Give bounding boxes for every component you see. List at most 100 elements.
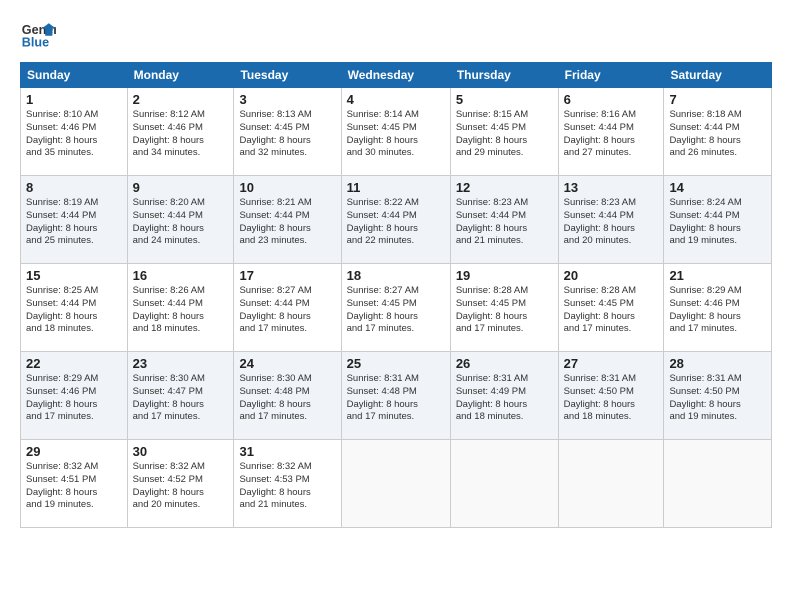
calendar-week-row: 1 Sunrise: 8:10 AM Sunset: 4:46 PM Daylig…	[21, 88, 772, 176]
day-info: Sunrise: 8:30 AM Sunset: 4:48 PM Dayligh…	[239, 373, 335, 424]
day-number: 18	[347, 268, 445, 283]
day-info: Sunrise: 8:27 AM Sunset: 4:44 PM Dayligh…	[239, 285, 335, 336]
day-number: 25	[347, 356, 445, 371]
page: General Blue SundayMondayTuesdayWednesda…	[0, 0, 792, 538]
calendar-cell: 19 Sunrise: 8:28 AM Sunset: 4:45 PM Dayli…	[450, 264, 558, 352]
day-number: 28	[669, 356, 766, 371]
day-info: Sunrise: 8:10 AM Sunset: 4:46 PM Dayligh…	[26, 109, 122, 160]
day-info: Sunrise: 8:23 AM Sunset: 4:44 PM Dayligh…	[456, 197, 553, 248]
calendar-cell: 27 Sunrise: 8:31 AM Sunset: 4:50 PM Dayli…	[558, 352, 664, 440]
day-header-sunday: Sunday	[21, 63, 128, 88]
day-info: Sunrise: 8:27 AM Sunset: 4:45 PM Dayligh…	[347, 285, 445, 336]
header: General Blue	[20, 16, 772, 52]
day-info: Sunrise: 8:23 AM Sunset: 4:44 PM Dayligh…	[564, 197, 659, 248]
calendar-cell: 13 Sunrise: 8:23 AM Sunset: 4:44 PM Dayli…	[558, 176, 664, 264]
day-number: 4	[347, 92, 445, 107]
day-number: 29	[26, 444, 122, 459]
day-info: Sunrise: 8:31 AM Sunset: 4:48 PM Dayligh…	[347, 373, 445, 424]
calendar-cell: 4 Sunrise: 8:14 AM Sunset: 4:45 PM Daylig…	[341, 88, 450, 176]
calendar-cell: 31 Sunrise: 8:32 AM Sunset: 4:53 PM Dayli…	[234, 440, 341, 528]
day-number: 13	[564, 180, 659, 195]
day-info: Sunrise: 8:19 AM Sunset: 4:44 PM Dayligh…	[26, 197, 122, 248]
calendar-cell: 30 Sunrise: 8:32 AM Sunset: 4:52 PM Dayli…	[127, 440, 234, 528]
day-info: Sunrise: 8:24 AM Sunset: 4:44 PM Dayligh…	[669, 197, 766, 248]
day-number: 30	[133, 444, 229, 459]
calendar-cell: 15 Sunrise: 8:25 AM Sunset: 4:44 PM Dayli…	[21, 264, 128, 352]
day-header-tuesday: Tuesday	[234, 63, 341, 88]
day-number: 8	[26, 180, 122, 195]
calendar-cell	[664, 440, 772, 528]
calendar-cell: 26 Sunrise: 8:31 AM Sunset: 4:49 PM Dayli…	[450, 352, 558, 440]
calendar-cell: 16Sunrise: 8:26 AM Sunset: 4:44 PM Dayli…	[127, 264, 234, 352]
calendar-cell: 14 Sunrise: 8:24 AM Sunset: 4:44 PM Dayli…	[664, 176, 772, 264]
day-info: Sunrise: 8:30 AM Sunset: 4:47 PM Dayligh…	[133, 373, 229, 424]
calendar-cell: 7Sunrise: 8:18 AM Sunset: 4:44 PM Daylig…	[664, 88, 772, 176]
calendar-cell: 21Sunrise: 8:29 AM Sunset: 4:46 PM Dayli…	[664, 264, 772, 352]
day-number: 24	[239, 356, 335, 371]
day-header-monday: Monday	[127, 63, 234, 88]
day-info: Sunrise: 8:15 AM Sunset: 4:45 PM Dayligh…	[456, 109, 553, 160]
logo: General Blue	[20, 16, 56, 52]
day-header-wednesday: Wednesday	[341, 63, 450, 88]
day-info: Sunrise: 8:32 AM Sunset: 4:51 PM Dayligh…	[26, 461, 122, 512]
calendar-cell: 11Sunrise: 8:22 AM Sunset: 4:44 PM Dayli…	[341, 176, 450, 264]
calendar-cell: 17Sunrise: 8:27 AM Sunset: 4:44 PM Dayli…	[234, 264, 341, 352]
day-number: 11	[347, 180, 445, 195]
day-header-friday: Friday	[558, 63, 664, 88]
calendar-cell: 18 Sunrise: 8:27 AM Sunset: 4:45 PM Dayli…	[341, 264, 450, 352]
calendar-week-row: 15 Sunrise: 8:25 AM Sunset: 4:44 PM Dayli…	[21, 264, 772, 352]
day-info: Sunrise: 8:31 AM Sunset: 4:49 PM Dayligh…	[456, 373, 553, 424]
day-number: 20	[564, 268, 659, 283]
calendar-cell: 1 Sunrise: 8:10 AM Sunset: 4:46 PM Daylig…	[21, 88, 128, 176]
day-header-saturday: Saturday	[664, 63, 772, 88]
day-info: Sunrise: 8:31 AM Sunset: 4:50 PM Dayligh…	[564, 373, 659, 424]
calendar-cell: 29 Sunrise: 8:32 AM Sunset: 4:51 PM Dayli…	[21, 440, 128, 528]
day-number: 23	[133, 356, 229, 371]
day-info: Sunrise: 8:16 AM Sunset: 4:44 PM Dayligh…	[564, 109, 659, 160]
day-info: Sunrise: 8:12 AM Sunset: 4:46 PM Dayligh…	[133, 109, 229, 160]
day-info: Sunrise: 8:28 AM Sunset: 4:45 PM Dayligh…	[456, 285, 553, 336]
day-info: Sunrise: 8:14 AM Sunset: 4:45 PM Dayligh…	[347, 109, 445, 160]
calendar-cell: 20 Sunrise: 8:28 AM Sunset: 4:45 PM Dayli…	[558, 264, 664, 352]
day-number: 6	[564, 92, 659, 107]
day-info: Sunrise: 8:25 AM Sunset: 4:44 PM Dayligh…	[26, 285, 122, 336]
day-info: Sunrise: 8:13 AM Sunset: 4:45 PM Dayligh…	[239, 109, 335, 160]
calendar-cell: 8 Sunrise: 8:19 AM Sunset: 4:44 PM Daylig…	[21, 176, 128, 264]
calendar-cell: 23 Sunrise: 8:30 AM Sunset: 4:47 PM Dayli…	[127, 352, 234, 440]
day-number: 9	[133, 180, 229, 195]
day-info: Sunrise: 8:28 AM Sunset: 4:45 PM Dayligh…	[564, 285, 659, 336]
day-info: Sunrise: 8:18 AM Sunset: 4:44 PM Dayligh…	[669, 109, 766, 160]
day-number: 3	[239, 92, 335, 107]
calendar-cell: 25 Sunrise: 8:31 AM Sunset: 4:48 PM Dayli…	[341, 352, 450, 440]
calendar-cell: 5Sunrise: 8:15 AM Sunset: 4:45 PM Daylig…	[450, 88, 558, 176]
calendar-cell: 6 Sunrise: 8:16 AM Sunset: 4:44 PM Daylig…	[558, 88, 664, 176]
day-number: 15	[26, 268, 122, 283]
calendar-cell: 10Sunrise: 8:21 AM Sunset: 4:44 PM Dayli…	[234, 176, 341, 264]
svg-text:Blue: Blue	[22, 36, 49, 50]
calendar-cell	[450, 440, 558, 528]
day-header-thursday: Thursday	[450, 63, 558, 88]
day-number: 2	[133, 92, 229, 107]
day-info: Sunrise: 8:31 AM Sunset: 4:50 PM Dayligh…	[669, 373, 766, 424]
calendar-cell: 24 Sunrise: 8:30 AM Sunset: 4:48 PM Dayli…	[234, 352, 341, 440]
day-number: 22	[26, 356, 122, 371]
calendar-header-row: SundayMondayTuesdayWednesdayThursdayFrid…	[21, 63, 772, 88]
calendar-cell: 22 Sunrise: 8:29 AM Sunset: 4:46 PM Dayli…	[21, 352, 128, 440]
logo-icon: General Blue	[20, 16, 56, 52]
calendar-cell: 3 Sunrise: 8:13 AM Sunset: 4:45 PM Daylig…	[234, 88, 341, 176]
day-info: Sunrise: 8:26 AM Sunset: 4:44 PM Dayligh…	[133, 285, 229, 336]
calendar-cell	[558, 440, 664, 528]
day-info: Sunrise: 8:32 AM Sunset: 4:53 PM Dayligh…	[239, 461, 335, 512]
calendar-cell	[341, 440, 450, 528]
day-info: Sunrise: 8:29 AM Sunset: 4:46 PM Dayligh…	[669, 285, 766, 336]
day-number: 26	[456, 356, 553, 371]
day-info: Sunrise: 8:29 AM Sunset: 4:46 PM Dayligh…	[26, 373, 122, 424]
day-info: Sunrise: 8:32 AM Sunset: 4:52 PM Dayligh…	[133, 461, 229, 512]
day-number: 31	[239, 444, 335, 459]
day-number: 14	[669, 180, 766, 195]
calendar-week-row: 22 Sunrise: 8:29 AM Sunset: 4:46 PM Dayli…	[21, 352, 772, 440]
day-number: 19	[456, 268, 553, 283]
day-number: 1	[26, 92, 122, 107]
day-number: 27	[564, 356, 659, 371]
calendar-cell: 2 Sunrise: 8:12 AM Sunset: 4:46 PM Daylig…	[127, 88, 234, 176]
